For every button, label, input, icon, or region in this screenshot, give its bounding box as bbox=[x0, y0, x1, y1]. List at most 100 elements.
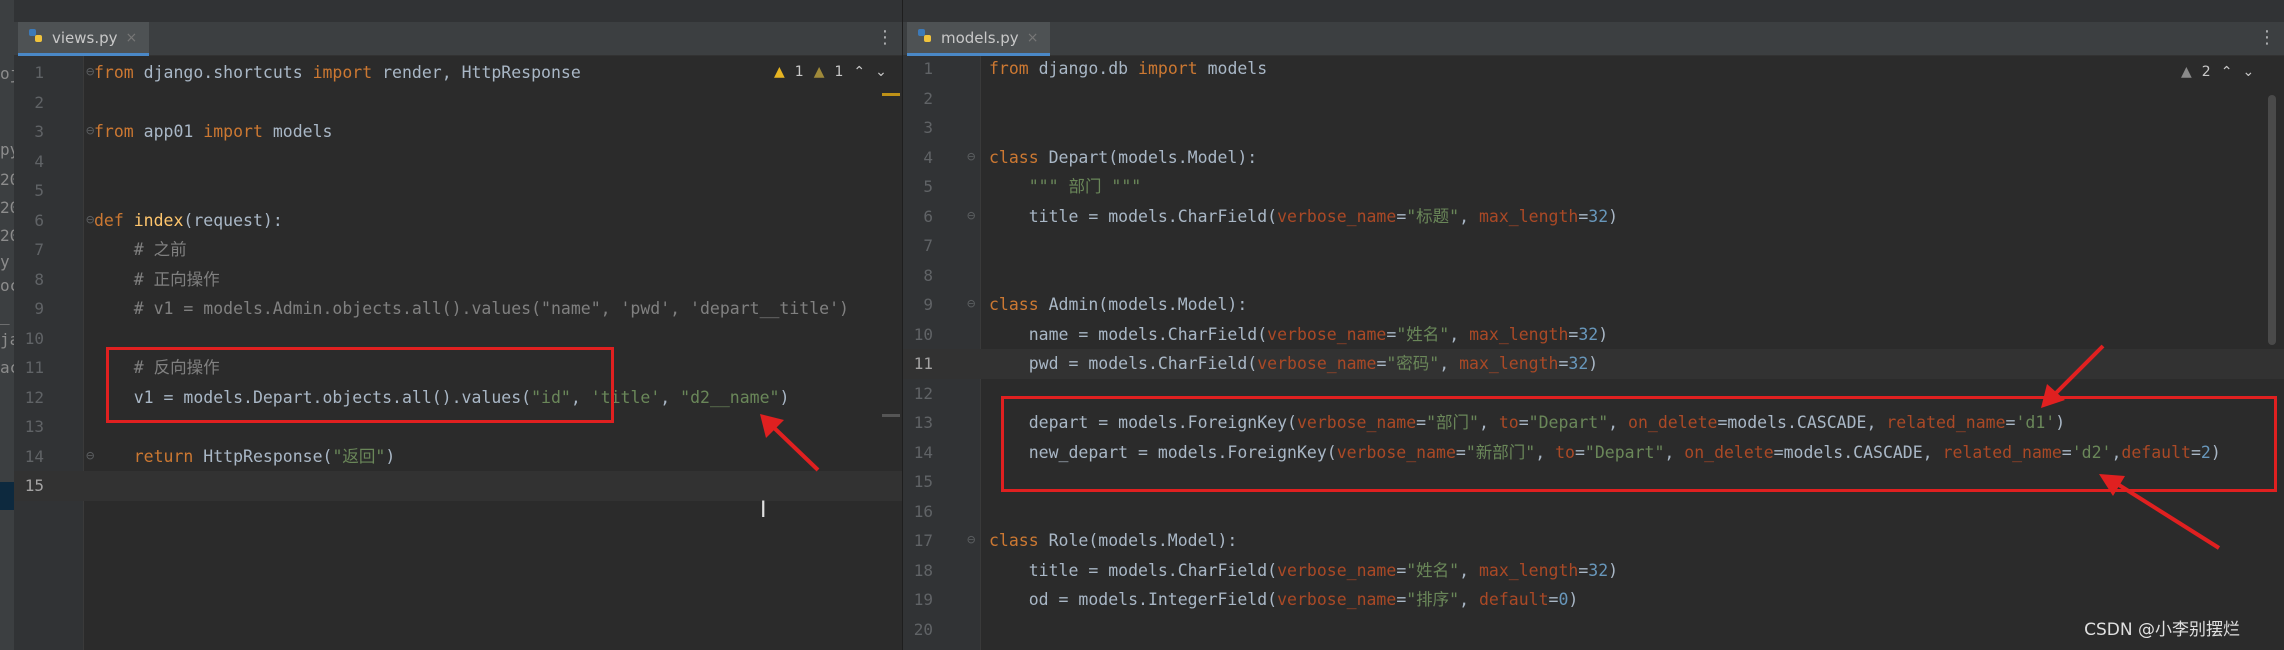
code-token: models bbox=[262, 122, 333, 141]
code-token: to bbox=[1555, 442, 1575, 462]
code-line[interactable]: 17 class Role(models.Model): ⊖ bbox=[903, 526, 2284, 556]
code-token: index bbox=[133, 210, 184, 230]
code-token: def bbox=[94, 210, 124, 230]
code-line[interactable]: 2 bbox=[14, 88, 902, 118]
code-line[interactable]: 7 bbox=[903, 231, 2284, 261]
code-line[interactable]: 14 new_depart = models.ForeignKey(verbos… bbox=[903, 438, 2284, 468]
line-number: 5 bbox=[923, 177, 933, 196]
code-token: , bbox=[1478, 413, 1499, 432]
code-token: verbose_name bbox=[1336, 442, 1456, 462]
code-token: od = models.IntegerField( bbox=[989, 590, 1278, 609]
fold-marker-icon[interactable]: ⊖ bbox=[86, 206, 94, 236]
line-number: 12 bbox=[24, 387, 44, 407]
previous-highlight-icon[interactable]: ⌃ bbox=[853, 64, 865, 80]
project-tree-fragment[interactable]: 20 bbox=[0, 226, 14, 245]
code-line[interactable]: 5 """ 部门 """ bbox=[903, 172, 2284, 202]
code-line[interactable]: 9 # v1 = models.Admin.objects.all().valu… bbox=[14, 294, 902, 324]
scrollbar-warning-marker bbox=[882, 93, 900, 96]
code-token: title = models.CharField( bbox=[989, 560, 1278, 580]
code-token: max_length bbox=[1459, 354, 1559, 373]
code-line[interactable]: 4 bbox=[14, 147, 902, 177]
code-line[interactable]: 6 def index(request): ⊖ bbox=[14, 206, 902, 236]
vertical-scrollbar[interactable] bbox=[2268, 95, 2276, 345]
project-tree-fragment[interactable]: oj bbox=[0, 64, 14, 83]
inspection-widget[interactable]: ▲ 1 ▲ 1 ⌃ ⌄ bbox=[774, 64, 887, 80]
code-line[interactable]: 12 v1 = models.Depart.objects.all().valu… bbox=[14, 383, 902, 413]
code-line[interactable]: 20 bbox=[903, 615, 2284, 645]
code-line[interactable]: 11 # 反向操作 bbox=[14, 353, 902, 383]
project-tree-fragment[interactable]: _ bbox=[0, 306, 14, 325]
more-options-icon[interactable]: ⋮ bbox=[876, 27, 894, 48]
line-number: 17 bbox=[913, 531, 933, 550]
line-number: 15 bbox=[913, 472, 933, 491]
code-line[interactable]: 2 bbox=[903, 84, 2284, 114]
fold-marker-icon[interactable]: ⊖ bbox=[967, 202, 975, 232]
code-token: Depart(models.Model): bbox=[1038, 147, 1258, 167]
code-line[interactable]: 10 name = models.CharField(verbose_name=… bbox=[903, 320, 2284, 350]
code-editor[interactable]: 1 from django.db import models 2 3 4 class De… bbox=[903, 56, 2284, 650]
previous-highlight-icon[interactable]: ⌃ bbox=[2221, 64, 2233, 80]
code-line[interactable]: 5 bbox=[14, 176, 902, 206]
project-tree-fragment[interactable]: ac bbox=[0, 358, 14, 377]
code-line[interactable]: 10 bbox=[14, 324, 902, 354]
code-line[interactable]: 19 od = models.IntegerField(verbose_name… bbox=[903, 585, 2284, 615]
fold-marker-icon[interactable]: ⊖ bbox=[86, 117, 94, 147]
code-line[interactable]: 13 bbox=[14, 412, 902, 442]
code-line[interactable]: 9 class Admin(models.Model): ⊖ bbox=[903, 290, 2284, 320]
code-token: verbose_name bbox=[1277, 560, 1397, 580]
project-tree-fragment[interactable]: 20 bbox=[0, 170, 14, 189]
code-token: = bbox=[1455, 442, 1466, 462]
code-token: ) bbox=[1598, 324, 1609, 344]
fold-marker-icon[interactable]: ⊖ bbox=[967, 526, 975, 556]
code-line[interactable]: 16 bbox=[903, 497, 2284, 527]
code-line[interactable]: 3 bbox=[903, 113, 2284, 143]
code-line[interactable]: 1 from django.db import models bbox=[903, 54, 2284, 84]
code-token: # v1 = models.Admin.objects.all().values… bbox=[94, 299, 849, 318]
close-tab-icon[interactable]: × bbox=[126, 30, 138, 46]
code-line[interactable]: 15 bbox=[903, 467, 2284, 497]
code-token: max_length bbox=[1469, 324, 1569, 344]
code-line[interactable]: 8 # 正向操作 bbox=[14, 265, 902, 295]
models-editor-pane: models.py × ⋮ 1 from django.db import mod… bbox=[902, 0, 2284, 650]
fold-marker-icon[interactable]: ⊖ bbox=[967, 143, 975, 173]
code-line[interactable]: 12 bbox=[903, 379, 2284, 409]
close-tab-icon[interactable]: × bbox=[1027, 30, 1039, 46]
next-highlight-icon[interactable]: ⌄ bbox=[2242, 64, 2254, 80]
code-line[interactable]: 1 from django.shortcuts import render, Ht… bbox=[14, 58, 902, 88]
code-line[interactable]: 11 pwd = models.CharField(verbose_name="… bbox=[903, 349, 2284, 379]
project-tree-fragment[interactable]: py bbox=[0, 140, 14, 159]
project-tree-fragment[interactable]: 20 bbox=[0, 198, 14, 217]
more-options-icon[interactable]: ⋮ bbox=[2258, 27, 2276, 48]
project-tree-fragment[interactable]: y bbox=[0, 252, 14, 271]
code-editor[interactable]: 1 from django.shortcuts import render, Ht… bbox=[14, 56, 902, 650]
tab-views-py[interactable]: views.py × bbox=[18, 22, 150, 56]
code-line[interactable]: 7 # 之前 bbox=[14, 235, 902, 265]
tab-models-py[interactable]: models.py × bbox=[907, 22, 1051, 56]
code-line[interactable]: 8 bbox=[903, 261, 2284, 291]
fold-marker-icon[interactable]: ⊖ bbox=[86, 442, 94, 472]
fold-marker-icon[interactable]: ⊖ bbox=[967, 290, 975, 320]
code-token: = bbox=[1568, 324, 1579, 344]
project-tree-fragment[interactable]: oc bbox=[0, 276, 14, 295]
code-token: class bbox=[989, 531, 1039, 550]
code-token: , bbox=[570, 387, 591, 407]
code-token: pwd = models.CharField( bbox=[989, 354, 1258, 373]
code-token: name = models.CharField( bbox=[989, 324, 1268, 344]
project-tree-fragment[interactable]: ja bbox=[0, 330, 14, 349]
next-highlight-icon[interactable]: ⌄ bbox=[875, 64, 887, 80]
warning-count: 1 bbox=[794, 64, 804, 80]
fold-marker-icon[interactable]: ⊖ bbox=[86, 58, 94, 88]
code-line[interactable]: 6 title = models.CharField(verbose_name=… bbox=[903, 202, 2284, 232]
code-line[interactable]: 13 depart = models.ForeignKey(verbose_na… bbox=[903, 408, 2284, 438]
code-line[interactable]: 3 from app01 import models ⊖ bbox=[14, 117, 902, 147]
code-line[interactable]: 18 title = models.CharField(verbose_name… bbox=[903, 556, 2284, 586]
inspection-widget[interactable]: ▲ 2 ⌃ ⌄ bbox=[2181, 64, 2254, 80]
code-line[interactable]: 4 class Depart(models.Model): ⊖ bbox=[903, 143, 2284, 173]
text-cursor-icon: I bbox=[760, 498, 767, 523]
code-line[interactable]: 14 return HttpResponse("返回") ⊖ bbox=[14, 442, 902, 472]
code-text: # v1 = models.Admin.objects.all().values… bbox=[94, 294, 849, 324]
code-line[interactable]: 15 bbox=[14, 471, 902, 501]
code-token: = bbox=[1416, 413, 1427, 432]
code-token: on_delete bbox=[1684, 442, 1774, 462]
